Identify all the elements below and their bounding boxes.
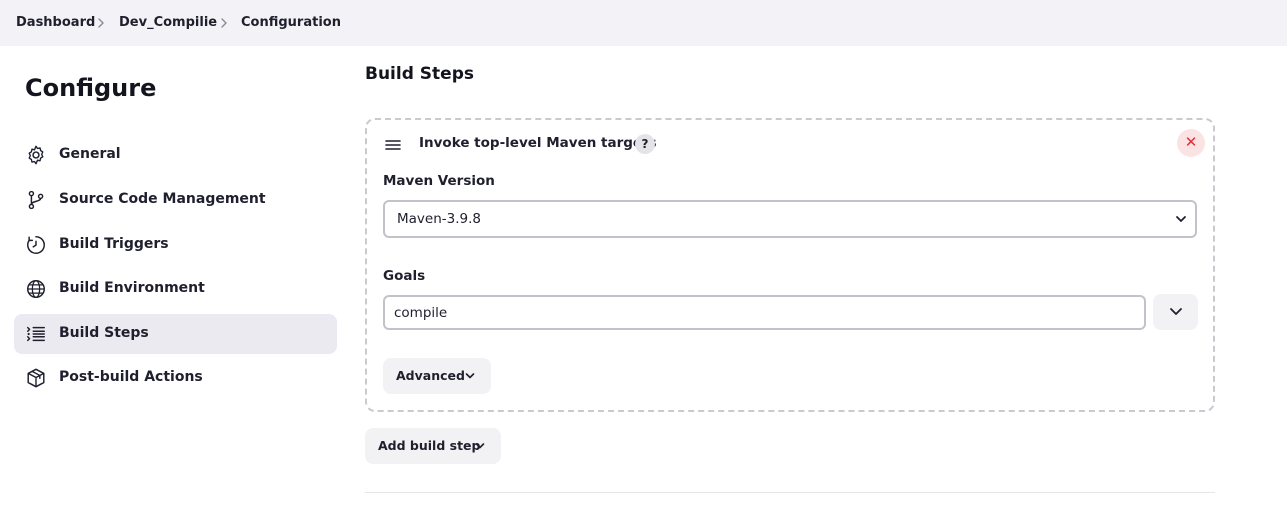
sidebar-item-label: Build Steps [59,325,149,341]
drag-handle-icon[interactable] [384,138,402,152]
maven-version-select[interactable]: Maven-3.9.8 [383,200,1197,238]
help-icon[interactable]: ? [635,134,655,154]
goals-input[interactable]: compile [383,295,1146,330]
clock-icon [27,236,45,254]
goals-label: Goals [383,268,426,284]
maven-version-label: Maven Version [383,173,495,189]
section-title: Build Steps [365,64,474,84]
chevron-right-icon [221,18,227,28]
chevron-down-icon [1176,216,1186,222]
close-icon[interactable]: ✕ [1177,129,1205,157]
globe-icon [27,280,45,298]
chevron-down-icon [475,443,485,449]
chevron-down-icon [465,373,475,379]
goals-value: compile [394,305,448,321]
branch-icon [28,190,44,210]
chevron-down-icon [1170,308,1182,315]
sidebar-item-source-code-management[interactable]: Source Code Management [14,180,337,220]
sidebar-item-label: Build Environment [59,280,205,296]
sidebar-item-build-environment[interactable]: Build Environment [14,269,337,309]
breadcrumb: Dashboard Dev_Compilie Configuration [0,0,1287,46]
breadcrumb-dashboard[interactable]: Dashboard [16,15,95,30]
build-step-title: Invoke top-level Maven targets [419,135,657,151]
sidebar-item-label: General [59,146,121,162]
sidebar-item-label: Source Code Management [59,191,266,207]
page-title: Configure [25,74,157,102]
maven-version-value: Maven-3.9.8 [397,211,481,227]
breadcrumb-configuration[interactable]: Configuration [241,15,341,30]
section-divider [365,492,1215,493]
advanced-button[interactable]: Advanced [383,358,491,394]
package-icon [27,368,45,388]
list-icon [27,326,45,342]
sidebar-item-label: Post-build Actions [59,369,203,385]
gear-icon [28,145,44,165]
advanced-button-label: Advanced [396,368,465,383]
sidebar-item-build-steps[interactable]: Build Steps [14,314,337,354]
add-build-step-button[interactable]: Add build step [365,428,501,464]
build-step-card: Invoke top-level Maven targets ? ✕ Maven… [365,118,1215,412]
breadcrumb-job[interactable]: Dev_Compilie [119,15,217,30]
expand-goals-button[interactable] [1153,294,1198,330]
add-build-step-label: Add build step [378,438,481,453]
sidebar-item-post-build-actions[interactable]: Post-build Actions [14,358,337,398]
chevron-right-icon [98,18,104,28]
sidebar-item-build-triggers[interactable]: Build Triggers [14,225,337,265]
sidebar-item-label: Build Triggers [59,236,169,252]
sidebar-item-general[interactable]: General [14,135,337,175]
